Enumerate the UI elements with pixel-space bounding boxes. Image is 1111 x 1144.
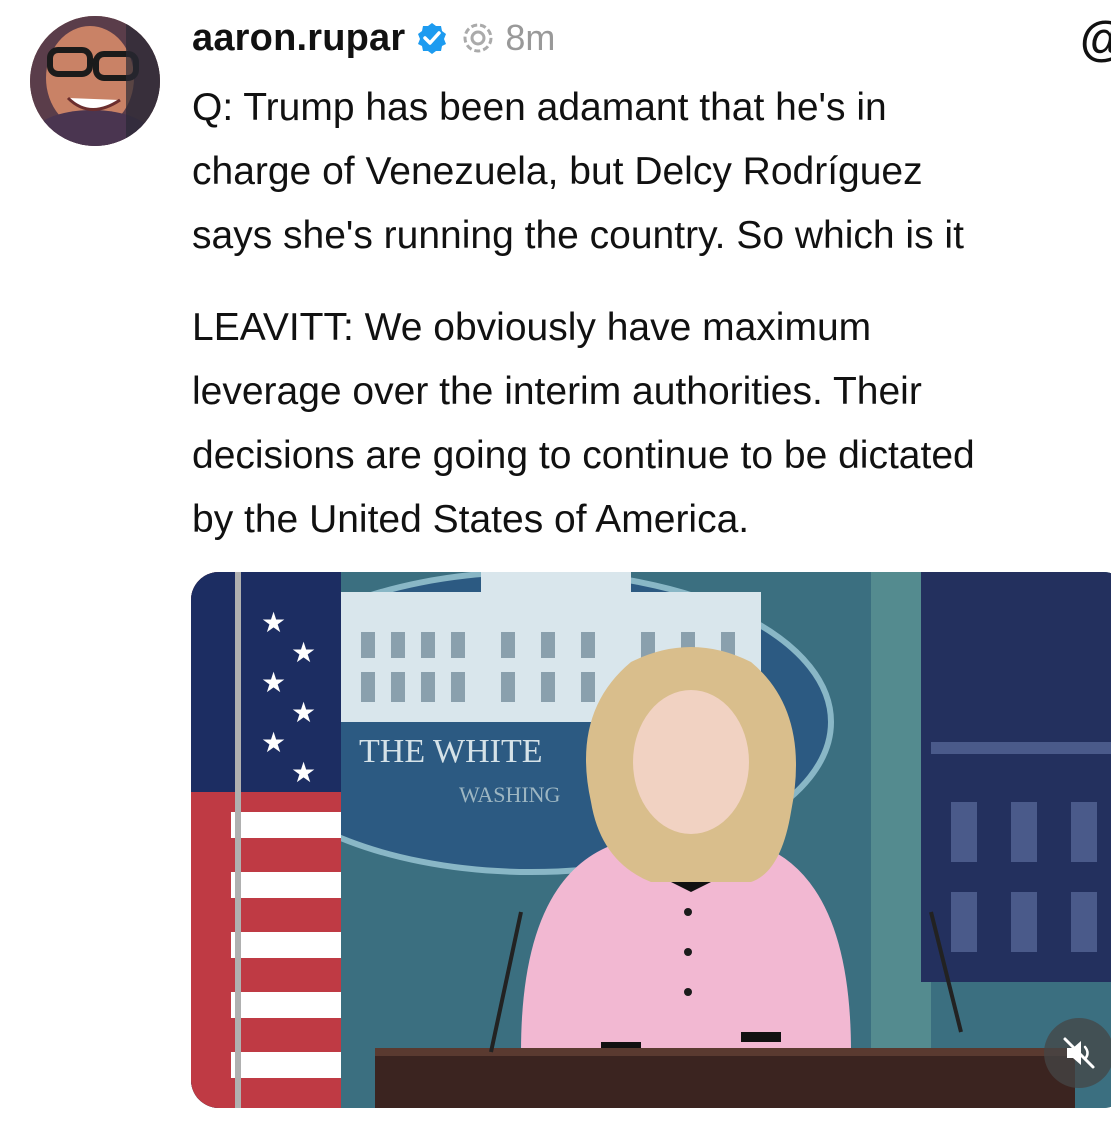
threads-at-icon[interactable]: @	[1080, 14, 1111, 66]
post-line: charge of Venezuela, but Delcy Rodríguez	[192, 150, 923, 193]
post-header: aaron.rupar 8m	[192, 12, 555, 64]
svg-text:★: ★	[291, 696, 316, 729]
svg-text:★: ★	[261, 606, 286, 639]
svg-text:★: ★	[261, 666, 286, 699]
svg-text:★: ★	[291, 636, 316, 669]
post-line: Q: Trump has been adamant that he's in	[192, 86, 887, 129]
avatar[interactable]	[30, 16, 160, 146]
speaker-muted-icon	[1059, 1033, 1099, 1073]
post-line: LEAVITT: We obviously have maximum	[192, 306, 872, 349]
us-flag: ★★★ ★★★	[191, 572, 341, 1108]
svg-text:★: ★	[291, 756, 316, 789]
verified-badge-icon	[415, 21, 449, 55]
post-paragraph-answer: LEAVITT: We obviously have maximum lever…	[192, 296, 1111, 552]
post-body: Q: Trump has been adamant that he's in c…	[192, 76, 1111, 552]
post-line: decisions are going to continue to be di…	[192, 434, 975, 477]
mute-button[interactable]	[1044, 1018, 1111, 1088]
post-paragraph-question: Q: Trump has been adamant that he's in c…	[192, 76, 1111, 268]
post-line: leverage over the interim authorities. T…	[192, 370, 922, 413]
activity-ring-icon	[461, 21, 495, 55]
seal-text-main: THE WHITE	[359, 733, 542, 770]
timestamp: 8m	[505, 17, 556, 58]
username[interactable]: aaron.rupar	[192, 17, 405, 60]
threads-post: aaron.rupar 8m @ Q: Trump has been adama…	[0, 0, 1111, 1144]
svg-text:★: ★	[261, 726, 286, 759]
post-line: by the United States of America.	[192, 498, 750, 541]
seal-text-sub: WASHING	[459, 782, 561, 807]
post-line: says she's running the country. So which…	[192, 214, 964, 257]
video-player[interactable]: THE WHITE WASHING ★ ★ ★ ★ ★ ★	[191, 572, 1111, 1108]
